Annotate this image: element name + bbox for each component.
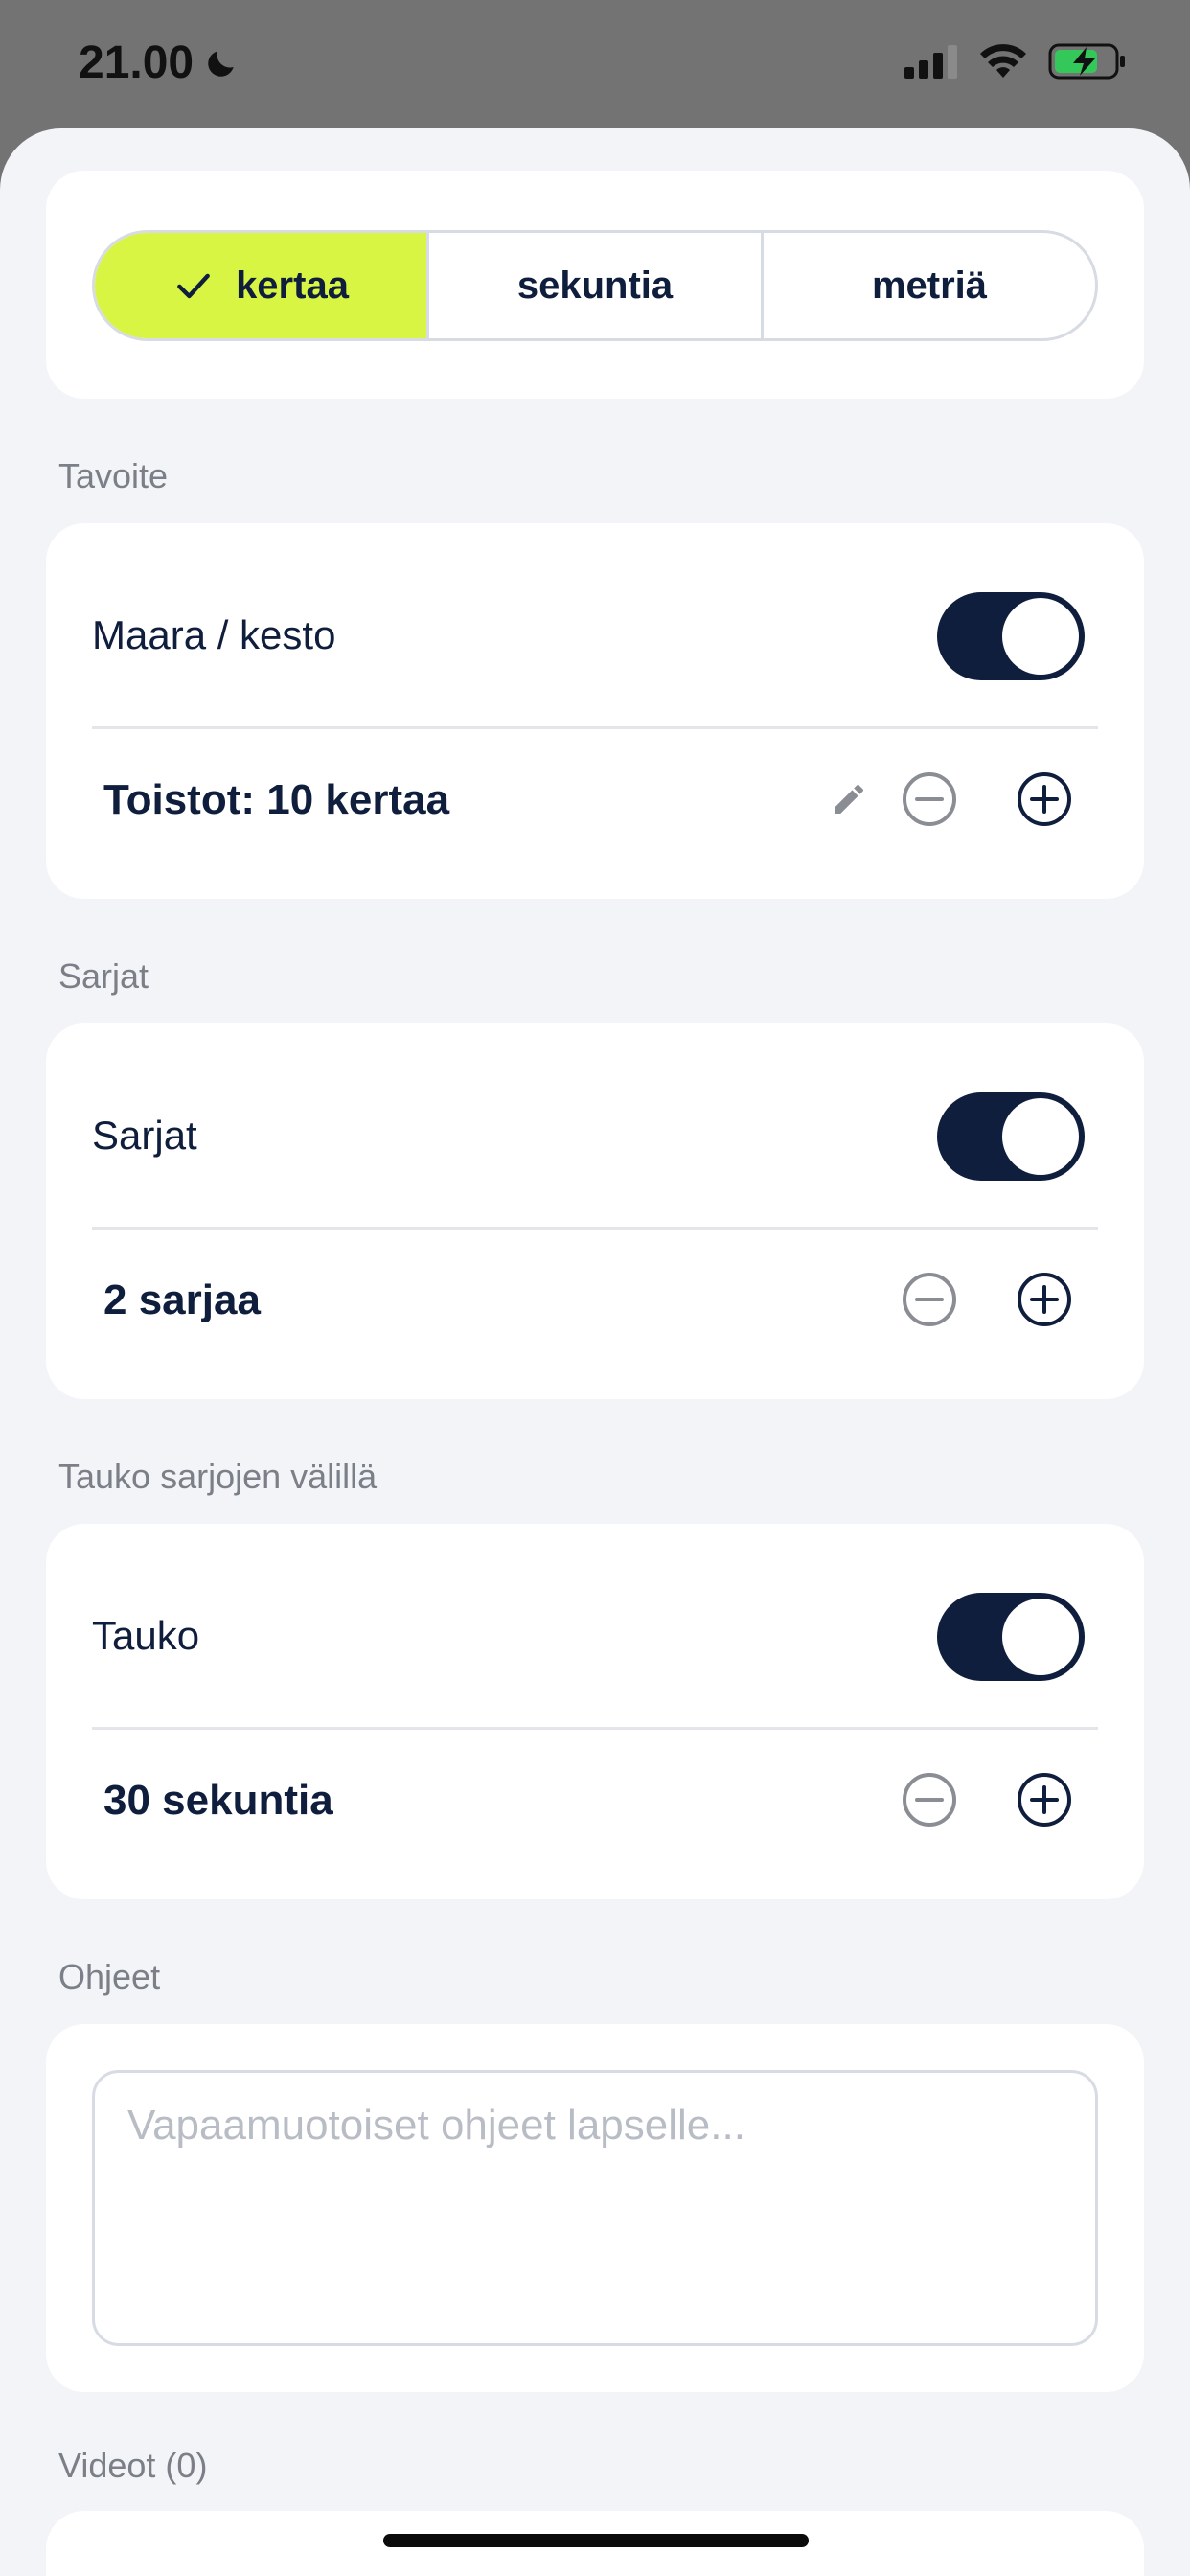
section-label-rest: Tauko sarjojen välillä [58,1457,378,1496]
toggle-knob [1002,1098,1079,1175]
rest-toggle[interactable] [937,1593,1085,1681]
rest-toggle-label: Tauko [92,1613,200,1658]
plus-circle-icon [1018,1773,1071,1827]
rest-card: Tauko 30 sekuntia [46,1524,1144,1899]
unit-selector-card: kertaa sekuntia metriä [46,171,1144,399]
edit-button[interactable] [818,769,880,830]
segment-label: sekuntia [516,264,674,307]
goal-card: Maara / kesto Toistot: 10 kertaa [46,523,1144,899]
checkmark-icon [177,273,210,299]
section-label-instructions: Ohjeet [58,1957,161,1996]
wifi-icon [980,44,1026,78]
status-time: 21.00 [79,36,240,89]
status-icons [904,42,1127,80]
rest-decrement-button[interactable] [899,1769,960,1830]
segment-kertaa[interactable]: kertaa [95,233,429,338]
divider [92,1227,1098,1230]
toggle-knob [1002,598,1079,675]
section-label-goal: Tavoite [58,456,169,495]
unit-segmented-control: kertaa sekuntia metriä [92,230,1098,341]
segment-sekuntia[interactable]: sekuntia [429,233,764,338]
home-indicator [383,2534,809,2547]
segment-label: metriä [871,264,988,307]
cellular-signal-icon [904,45,957,79]
rest-value: 30 sekuntia [103,1777,333,1824]
moon-icon [208,50,234,77]
toggle-knob [1002,1598,1079,1675]
minus-circle-icon [903,1273,956,1326]
segment-label: kertaa [236,264,349,307]
rest-increment-button[interactable] [1014,1769,1075,1830]
pencil-icon [835,785,863,814]
goal-increment-button[interactable] [1014,769,1075,830]
section-label-sets: Sarjat [58,956,149,996]
sets-card: Sarjat 2 sarjaa [46,1024,1144,1399]
section-label-videos: Videot (0) [58,2446,208,2485]
minus-circle-icon [903,772,956,826]
segment-metria[interactable]: metriä [764,233,1095,338]
instructions-card [46,2024,1144,2392]
sets-value: 2 sarjaa [103,1276,261,1323]
edit-sheet: kertaa sekuntia metriä Tavoite Maara / k… [0,128,1190,2576]
status-bar: 21.00 [0,0,1190,129]
plus-circle-icon [1018,1273,1071,1326]
sets-toggle[interactable] [937,1092,1085,1181]
goal-value: Toistot: 10 kertaa [103,776,450,823]
goal-toggle[interactable] [937,592,1085,680]
sets-toggle-label: Sarjat [92,1113,197,1158]
divider [92,726,1098,729]
sets-increment-button[interactable] [1014,1269,1075,1330]
goal-toggle-label: Maara / kesto [92,612,336,657]
divider [92,1727,1098,1730]
instructions-textarea[interactable] [92,2070,1098,2346]
minus-circle-icon [903,1773,956,1827]
plus-circle-icon [1018,772,1071,826]
status-time-text: 21.00 [79,37,195,88]
battery-charging-icon [1048,43,1125,80]
goal-decrement-button[interactable] [899,769,960,830]
sets-decrement-button[interactable] [899,1269,960,1330]
